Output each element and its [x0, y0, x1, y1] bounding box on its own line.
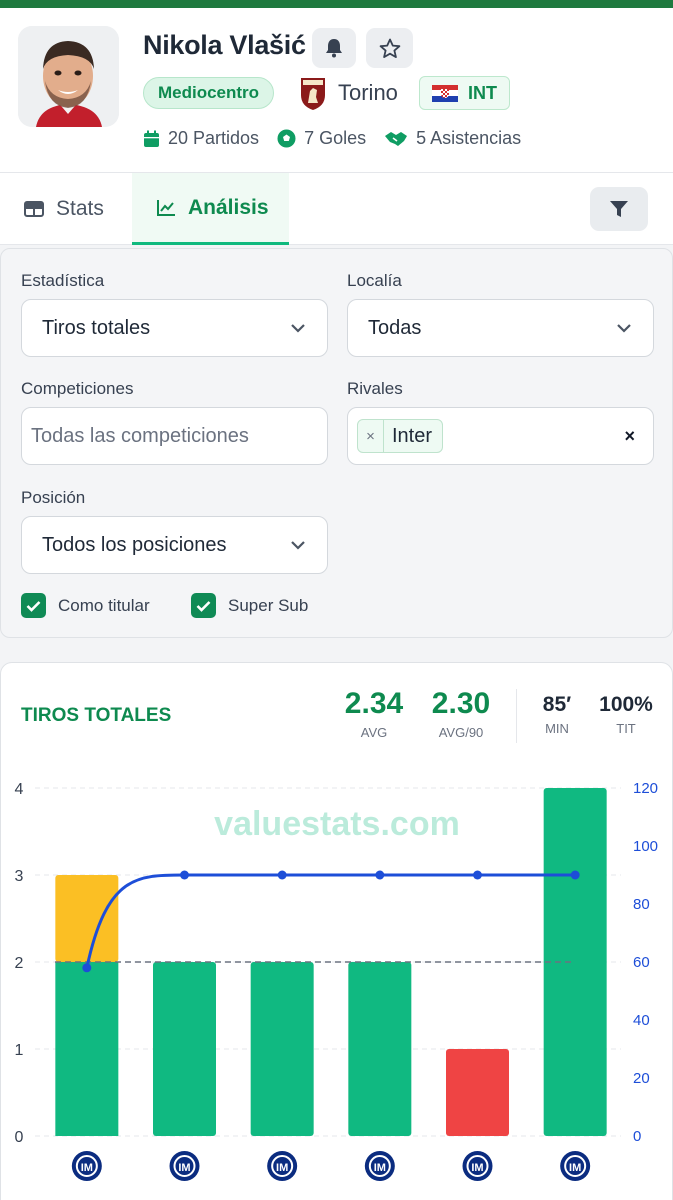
rival-chip: × Inter: [357, 419, 444, 453]
inter-logo-mark: IM: [81, 1162, 93, 1174]
inter-logo-mark: IM: [374, 1162, 386, 1174]
tab-stats[interactable]: Stats: [24, 173, 104, 245]
y-tick-right: 0: [633, 1128, 641, 1145]
y-tick-right: 100: [633, 838, 658, 855]
bar: [153, 962, 216, 1136]
y-tick-left: 3: [15, 868, 24, 885]
goals-stat: 7 Goles: [277, 128, 366, 149]
inter-logo-mark: IM: [569, 1162, 581, 1174]
rivals-input[interactable]: × Inter ×: [347, 407, 654, 465]
matches-stat: 20 Partidos: [143, 128, 259, 149]
venue-label: Localía: [347, 271, 402, 290]
watermark: valuestats.com: [214, 805, 460, 843]
bar: [348, 962, 412, 1136]
minutes-point: [375, 870, 385, 880]
bar: [55, 962, 119, 1136]
assists-stat: 5 Asistencias: [384, 128, 521, 149]
player-stats-row: 20 Partidos 7 Goles 5 Asistencias: [143, 128, 521, 149]
bar: [250, 962, 314, 1136]
table-icon: [24, 201, 44, 217]
minutes-point: [570, 870, 580, 880]
y-tick-left: 1: [15, 1042, 24, 1059]
soccer-ball-icon: [277, 129, 296, 148]
kpi-divider: [516, 689, 517, 743]
filter-icon: [610, 201, 628, 217]
minutes-line: [85, 873, 576, 969]
starter-checkbox[interactable]: Como titular: [21, 593, 150, 618]
y-tick-right: 60: [633, 954, 650, 971]
y-tick-left: 4: [15, 781, 24, 798]
supersub-checkbox[interactable]: Super Sub: [191, 593, 308, 618]
bar-excess: [55, 875, 119, 962]
torino-logo-icon: [301, 78, 325, 110]
y-tick-right: 40: [633, 1012, 650, 1029]
chevron-down-icon: [291, 324, 305, 333]
croatia-flag-icon: [432, 84, 458, 102]
avg90-kpi: 2.30 AVG/90: [431, 687, 491, 740]
y-tick-right: 20: [633, 1070, 650, 1087]
filter-button[interactable]: [590, 187, 648, 231]
minutes-point: [82, 963, 92, 973]
remove-chip-icon[interactable]: ×: [358, 420, 384, 452]
player-name: Nikola Vlašić: [143, 30, 306, 60]
bar: [446, 1049, 509, 1136]
starter-pct-kpi: 100% TIT: [599, 693, 653, 736]
chart-card: TIROS TOTALES 2.34 AVG 2.30 AVG/90 85′ M…: [0, 662, 673, 1200]
position-badge: Mediocentro: [143, 77, 275, 109]
club-name: Torino: [338, 80, 398, 105]
minutes-point: [180, 870, 189, 880]
chart-title: TIROS TOTALES: [21, 705, 172, 726]
nationality-badge: INT: [419, 76, 510, 110]
checkbox-checked-icon: [21, 593, 46, 618]
stat-select[interactable]: Tiros totales: [21, 299, 328, 357]
inter-logo-mark: IM: [178, 1162, 190, 1174]
player-header: Nikola Vlašić Mediocentro Torino INT 20 …: [0, 8, 673, 173]
handshake-icon: [385, 131, 408, 146]
inter-logo-mark: IM: [276, 1162, 288, 1174]
filters-panel: Estadística Tiros totales Localía Todas …: [0, 248, 673, 638]
minutes-point: [277, 870, 287, 880]
chart-line-icon: [157, 199, 175, 216]
bell-icon: [326, 39, 342, 58]
position-label: Posición: [21, 488, 86, 507]
chevron-down-icon: [291, 541, 305, 550]
shots-chart: 01234020406080100120valuestats.comIM IM IM…: [15, 780, 658, 1181]
top-accent-bar: [0, 0, 673, 8]
player-avatar: [18, 26, 119, 127]
star-icon: [379, 38, 400, 58]
minutes-kpi: 85′ MIN: [542, 693, 572, 736]
stat-label: Estadística: [21, 271, 105, 290]
clear-rivals-icon[interactable]: ×: [624, 426, 635, 447]
y-tick-left: 2: [15, 955, 24, 972]
inter-logo-mark: IM: [471, 1162, 483, 1174]
nationality-code: INT: [468, 82, 497, 103]
y-tick-left: 0: [15, 1129, 24, 1146]
view-tabs: Stats Análisis: [0, 173, 673, 245]
avg-kpi: 2.34 AVG: [344, 687, 404, 740]
bar: [543, 788, 607, 1136]
minutes-point: [473, 870, 482, 880]
competitions-input[interactable]: Todas las competiciones: [21, 407, 328, 465]
venue-select[interactable]: Todas: [347, 299, 654, 357]
competitions-label: Competiciones: [21, 379, 134, 398]
position-select[interactable]: Todos los posiciones: [21, 516, 328, 574]
rivals-label: Rivales: [347, 379, 403, 398]
tab-analisis[interactable]: Análisis: [132, 173, 289, 245]
chevron-down-icon: [617, 324, 631, 333]
y-tick-right: 120: [633, 780, 658, 797]
favorite-button[interactable]: [366, 28, 413, 68]
y-tick-right: 80: [633, 896, 650, 913]
checkbox-checked-icon: [191, 593, 216, 618]
notify-button[interactable]: [312, 28, 356, 68]
calendar-icon: [144, 130, 159, 147]
